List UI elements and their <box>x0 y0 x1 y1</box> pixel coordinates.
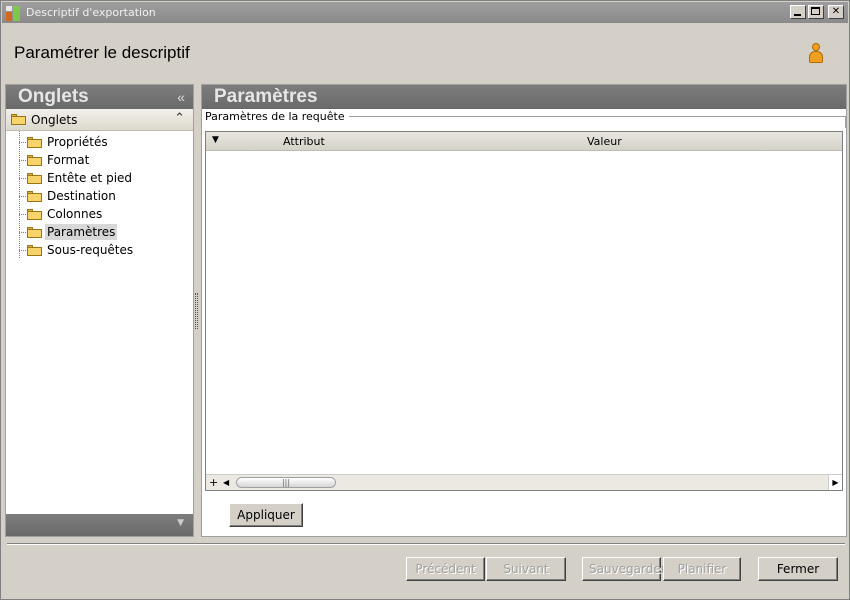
section-divider <box>332 116 846 117</box>
header: Paramétrer le descriptif <box>2 23 848 81</box>
tabs-panel: Onglets « Onglets ⌃ Propriétés Format En… <box>5 84 194 537</box>
close-icon: ✕ <box>831 6 841 17</box>
tree-item-label: Destination <box>47 189 116 203</box>
next-button[interactable]: Suivant <box>486 557 566 581</box>
minimize-button[interactable] <box>790 5 806 19</box>
tree-item-entete-et-pied[interactable]: Entête et pied <box>6 169 193 187</box>
tabs-tree: Propriétés Format Entête et pied Destina… <box>6 131 193 259</box>
folder-icon <box>27 136 42 148</box>
collapse-up-icon[interactable]: ⌃ <box>174 111 185 126</box>
chevron-down-icon[interactable]: ▼ <box>177 518 184 528</box>
minimize-icon <box>794 14 801 16</box>
close-button[interactable]: ✕ <box>828 5 844 19</box>
tabs-group-header[interactable]: Onglets ⌃ <box>6 109 193 131</box>
tabs-panel-header: Onglets « <box>6 85 193 109</box>
tabs-group-label: Onglets <box>31 112 78 127</box>
column-header-valeur[interactable]: Valeur <box>587 135 622 148</box>
schedule-button[interactable]: Planifier <box>663 557 741 581</box>
parameters-panel: Paramètres Paramètres de la requête ▼ At… <box>201 84 847 537</box>
folder-icon <box>27 244 42 256</box>
user-icon[interactable] <box>808 43 824 65</box>
grid-header: ▼ Attribut Valeur <box>206 132 842 151</box>
parameters-panel-title: Paramètres <box>214 86 318 107</box>
folder-icon <box>27 172 42 184</box>
tree-item-label: Sous-requêtes <box>47 243 134 257</box>
tree-item-format[interactable]: Format <box>6 151 193 169</box>
folder-icon <box>11 114 26 125</box>
maximize-icon <box>811 7 820 15</box>
app-icon <box>5 4 23 22</box>
tabs-panel-footer: ▼ <box>6 514 193 536</box>
tree-item-label: Entête et pied <box>47 171 133 185</box>
plus-icon[interactable]: + <box>209 476 218 489</box>
tree-item-label: Format <box>47 153 90 167</box>
page-title: Paramétrer le descriptif <box>14 43 190 62</box>
sort-down-icon[interactable]: ▼ <box>212 135 219 145</box>
column-header-attribut[interactable]: Attribut <box>283 135 325 148</box>
parameters-grid[interactable]: ▼ Attribut Valeur + ◀ ||| ▶ <box>205 131 843 491</box>
scroll-right-icon[interactable]: ▶ <box>828 475 842 490</box>
folder-icon <box>27 208 42 220</box>
footer-divider <box>7 543 845 545</box>
parameters-panel-header: Paramètres <box>202 85 846 109</box>
panel-splitter[interactable] <box>195 293 198 329</box>
window-controls: ✕ <box>790 5 844 19</box>
previous-button[interactable]: Précédent <box>406 557 485 581</box>
scroll-left-icon[interactable]: ◀ <box>223 478 229 487</box>
folder-icon <box>27 154 42 166</box>
folder-icon <box>27 190 42 202</box>
export-descriptor-window: Descriptif d'exportation ✕ Paramétrer le… <box>0 0 850 600</box>
title-bar: Descriptif d'exportation ✕ <box>2 2 848 23</box>
tree-item-sous-requetes[interactable]: Sous-requêtes <box>6 241 193 259</box>
section-title: Paramètres de la requête <box>205 110 349 123</box>
tree-item-label: Colonnes <box>47 207 103 221</box>
tree-item-label: Propriétés <box>47 135 108 149</box>
collapse-panel-icon[interactable]: « <box>177 85 185 109</box>
tree-item-parametres[interactable]: Paramètres <box>6 223 193 241</box>
apply-button[interactable]: Appliquer <box>229 503 303 527</box>
tree-item-label: Paramètres <box>45 224 118 240</box>
save-button[interactable]: Sauvegarder <box>582 557 666 581</box>
tree-item-colonnes[interactable]: Colonnes <box>6 205 193 223</box>
window-title: Descriptif d'exportation <box>26 6 156 19</box>
horizontal-scrollbar[interactable]: + ◀ ||| ▶ <box>206 474 842 490</box>
close-dialog-button[interactable]: Fermer <box>758 557 838 581</box>
open-folder-icon <box>27 226 42 238</box>
scrollbar-thumb[interactable]: ||| <box>236 477 336 488</box>
tree-item-destination[interactable]: Destination <box>6 187 193 205</box>
tabs-panel-title: Onglets <box>18 86 89 107</box>
maximize-button[interactable] <box>808 5 824 19</box>
tree-item-proprietes[interactable]: Propriétés <box>6 133 193 151</box>
